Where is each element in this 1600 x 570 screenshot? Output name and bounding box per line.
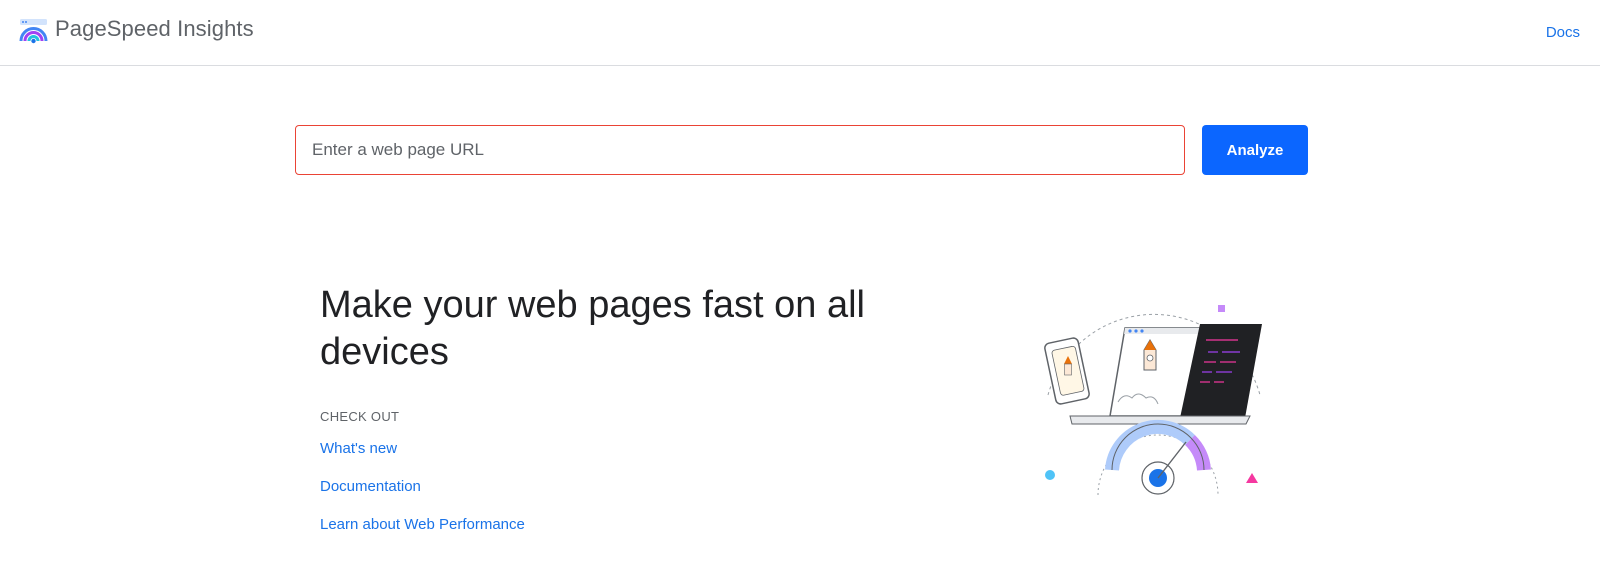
page-headline: Make your web pages fast on all devices <box>320 284 865 373</box>
web-performance-link[interactable]: Learn about Web Performance <box>320 516 525 533</box>
docs-link[interactable]: Docs <box>1546 24 1580 41</box>
app-title: PageSpeed Insights <box>55 16 254 41</box>
app-header: PageSpeed Insights Docs <box>0 0 1600 66</box>
square-icon <box>1218 305 1225 312</box>
dot-icon <box>1045 470 1055 480</box>
url-input[interactable] <box>295 125 1185 175</box>
whats-new-link[interactable]: What's new <box>320 440 397 457</box>
phone-icon <box>1044 337 1090 405</box>
analyze-button[interactable]: Analyze <box>1202 125 1308 175</box>
speed-gauge-icon <box>1097 420 1219 496</box>
laptop-icon <box>1069 324 1262 425</box>
documentation-link[interactable]: Documentation <box>320 478 421 495</box>
check-out-label: CHECK OUT <box>320 409 400 424</box>
pagespeed-logo-icon[interactable] <box>19 17 48 46</box>
speed-devices-illustration <box>1044 305 1262 496</box>
triangle-icon <box>1246 473 1258 483</box>
